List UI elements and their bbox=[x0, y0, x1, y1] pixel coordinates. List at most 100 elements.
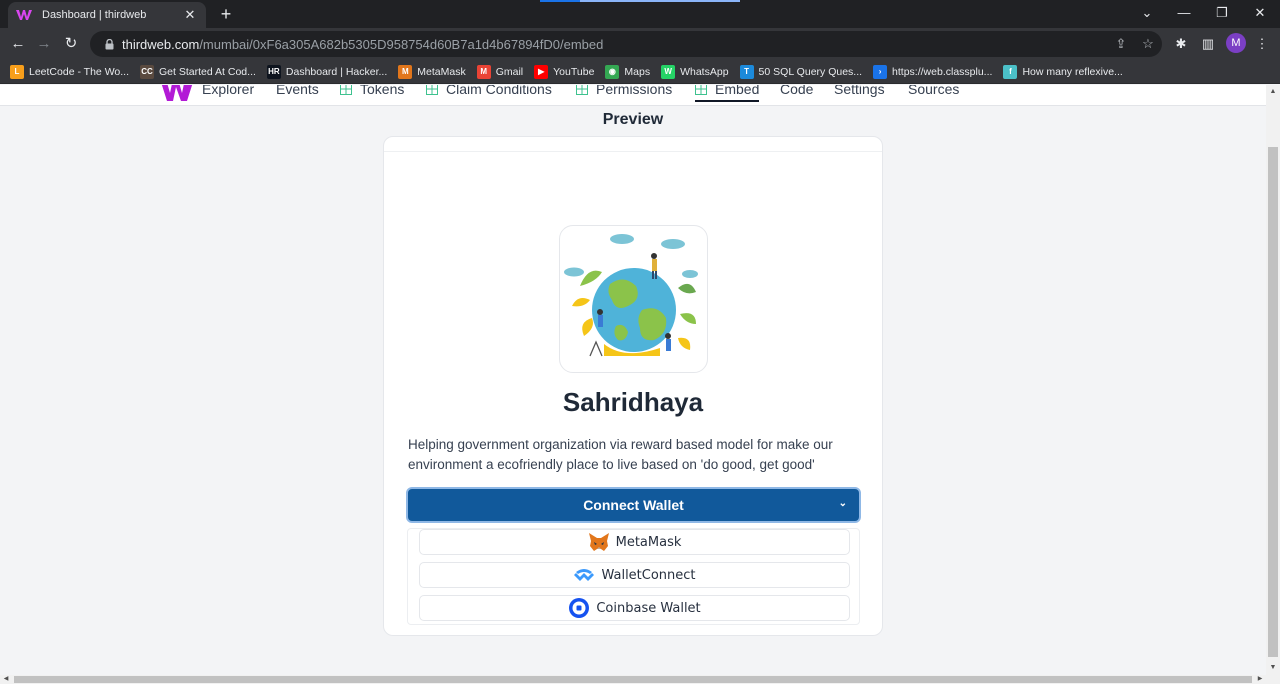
bookmark-label: LeetCode - The Wo... bbox=[29, 65, 130, 78]
bookmark-label: 50 SQL Query Ques... bbox=[758, 65, 863, 78]
tab-label: Code bbox=[780, 85, 814, 97]
browser-tab-strip: Dashboard | thirdweb ✕ + ⌄ — ❐ ✕ bbox=[0, 0, 1280, 28]
metamask-label: MetaMask bbox=[615, 534, 682, 550]
vertical-scrollbar[interactable]: ▲ ▼ bbox=[1266, 85, 1280, 675]
chrome-menu-icon[interactable]: ⋮ bbox=[1252, 34, 1272, 54]
scroll-right-icon[interactable]: ▶ bbox=[1254, 675, 1266, 684]
grid-icon bbox=[576, 85, 588, 95]
bookmark-item[interactable]: M MetaMask bbox=[398, 62, 466, 82]
bookmark-label: WhatsApp bbox=[680, 65, 729, 78]
tab-close-icon[interactable]: ✕ bbox=[182, 7, 198, 23]
bookmark-label: Gmail bbox=[495, 65, 524, 78]
url-host: thirdweb.com bbox=[122, 36, 200, 52]
tab-events[interactable]: Events bbox=[276, 85, 319, 97]
grid-icon bbox=[426, 85, 438, 95]
browser-tab[interactable]: Dashboard | thirdweb ✕ bbox=[8, 2, 206, 28]
tab-label: Explorer bbox=[202, 85, 255, 97]
forward-arrow-icon[interactable]: → bbox=[34, 34, 54, 54]
leetcode-icon: L bbox=[10, 64, 24, 79]
bookmark-label: Get Started At Cod... bbox=[159, 65, 256, 78]
reload-icon[interactable]: ↻ bbox=[61, 34, 81, 54]
techbeamers-icon: T bbox=[739, 64, 754, 79]
contract-description: Helping government organization via rewa… bbox=[408, 437, 833, 472]
scroll-up-icon[interactable]: ▲ bbox=[1266, 85, 1280, 99]
bookmark-item[interactable]: L LeetCode - The Wo... bbox=[10, 62, 129, 82]
page-content: Explorer Events Tokens Claim Conditions Perm… bbox=[0, 85, 1266, 675]
tab-label: Sources bbox=[908, 85, 960, 97]
metamask-icon: M bbox=[398, 64, 413, 79]
classplus-icon: › bbox=[873, 64, 888, 79]
codechef-icon: CC bbox=[140, 64, 155, 79]
minimize-icon[interactable]: — bbox=[1171, 4, 1197, 22]
walletconnect-option[interactable]: WalletConnect bbox=[419, 562, 850, 588]
connect-wallet-button[interactable]: Connect Wallet ⌄ bbox=[406, 487, 861, 523]
bookmark-item[interactable]: HR Dashboard | Hacker... bbox=[266, 62, 387, 82]
window-close-icon[interactable]: ✕ bbox=[1247, 4, 1273, 22]
bookmark-label: https://web.classplu... bbox=[892, 65, 993, 78]
scroll-down-icon[interactable]: ▼ bbox=[1266, 661, 1280, 675]
tab-tokens[interactable]: Tokens bbox=[340, 85, 404, 97]
tab-code[interactable]: Code bbox=[780, 85, 813, 97]
tab-sources[interactable]: Sources bbox=[908, 85, 959, 97]
bookmark-star-icon[interactable]: ☆ bbox=[1139, 35, 1157, 53]
lock-icon[interactable] bbox=[102, 37, 116, 51]
gmail-icon: M bbox=[476, 64, 491, 79]
hackerrank-icon: HR bbox=[266, 64, 281, 79]
whatsapp-icon: W bbox=[661, 64, 676, 79]
horizontal-scrollbar[interactable]: ◀ ▶ bbox=[0, 675, 1280, 684]
tab-settings[interactable]: Settings bbox=[834, 85, 885, 97]
back-arrow-icon[interactable]: ← bbox=[8, 34, 28, 54]
youtube-icon: ▶ bbox=[534, 64, 549, 79]
tab-label: Tokens bbox=[360, 85, 405, 97]
side-panel-icon[interactable]: ▥ bbox=[1198, 34, 1218, 54]
coinbase-wallet-icon bbox=[568, 598, 590, 618]
restore-icon[interactable]: ❐ bbox=[1209, 4, 1235, 22]
grid-icon bbox=[695, 85, 707, 95]
horizontal-scroll-thumb[interactable] bbox=[14, 676, 1252, 683]
bookmark-label: Maps bbox=[624, 65, 651, 78]
embed-preview-card: Sahridhaya Helping government organizati… bbox=[383, 136, 883, 636]
quizlet-icon: f bbox=[1003, 64, 1018, 79]
share-icon[interactable]: ⇪ bbox=[1112, 35, 1130, 53]
card-divider bbox=[384, 151, 882, 152]
bookmark-item[interactable]: ◉ Maps bbox=[605, 62, 650, 82]
bookmark-item[interactable]: T 50 SQL Query Ques... bbox=[739, 62, 863, 82]
tab-label: Settings bbox=[834, 85, 885, 97]
connect-wallet-label: Connect Wallet bbox=[583, 497, 684, 513]
extensions-puzzle-icon[interactable]: ✱ bbox=[1171, 34, 1191, 54]
coinbase-wallet-label: Coinbase Wallet bbox=[596, 600, 701, 616]
thirdweb-favicon-icon bbox=[16, 9, 32, 21]
tab-permissions[interactable]: Permissions bbox=[576, 85, 672, 97]
bookmark-item[interactable]: › https://web.classplu... bbox=[873, 62, 992, 82]
bookmarks-bar: L LeetCode - The Wo... CC Get Started At Co… bbox=[0, 60, 1280, 84]
browser-toolbar: ← → ↻ thirdweb.com/mumbai/0xF6a305A682b5… bbox=[0, 28, 1280, 60]
tab-claim-conditions[interactable]: Claim Conditions bbox=[426, 85, 552, 97]
metamask-icon bbox=[588, 532, 610, 552]
bookmark-item[interactable]: ▶ YouTube bbox=[534, 62, 594, 82]
metamask-option[interactable]: MetaMask bbox=[419, 529, 850, 555]
contract-subnav: Explorer Events Tokens Claim Conditions Perm… bbox=[0, 85, 1266, 106]
wallet-options-list: MetaMask WalletConnect Coinbase Wallet bbox=[407, 528, 860, 625]
bookmark-label: MetaMask bbox=[417, 65, 466, 78]
tab-search-chevron-icon[interactable]: ⌄ bbox=[1134, 4, 1160, 22]
grid-icon bbox=[340, 85, 352, 95]
scroll-left-icon[interactable]: ◀ bbox=[0, 675, 12, 684]
chevron-down-icon: ⌄ bbox=[838, 498, 847, 509]
tab-label: Claim Conditions bbox=[446, 85, 552, 97]
contract-name: Sahridhaya bbox=[562, 387, 704, 417]
profile-avatar[interactable]: M bbox=[1226, 33, 1246, 53]
coinbase-wallet-option[interactable]: Coinbase Wallet bbox=[419, 595, 850, 621]
thirdweb-logo-icon[interactable] bbox=[160, 85, 194, 101]
bookmark-item[interactable]: CC Get Started At Cod... bbox=[140, 62, 256, 82]
vertical-scroll-thumb[interactable] bbox=[1268, 147, 1278, 657]
preview-title: Preview bbox=[602, 111, 664, 128]
walletconnect-icon bbox=[573, 565, 595, 585]
bookmark-item[interactable]: M Gmail bbox=[476, 62, 524, 82]
bookmark-item[interactable]: f How many reflexive... bbox=[1003, 62, 1123, 82]
new-tab-icon[interactable]: + bbox=[216, 4, 236, 24]
tab-label: Permissions bbox=[596, 85, 673, 97]
bookmark-item[interactable]: W WhatsApp bbox=[661, 62, 729, 82]
tab-embed[interactable]: Embed bbox=[695, 85, 760, 102]
address-bar[interactable]: thirdweb.com/mumbai/0xF6a305A682b5305D95… bbox=[90, 31, 1162, 57]
tab-explorer[interactable]: Explorer bbox=[202, 85, 254, 97]
